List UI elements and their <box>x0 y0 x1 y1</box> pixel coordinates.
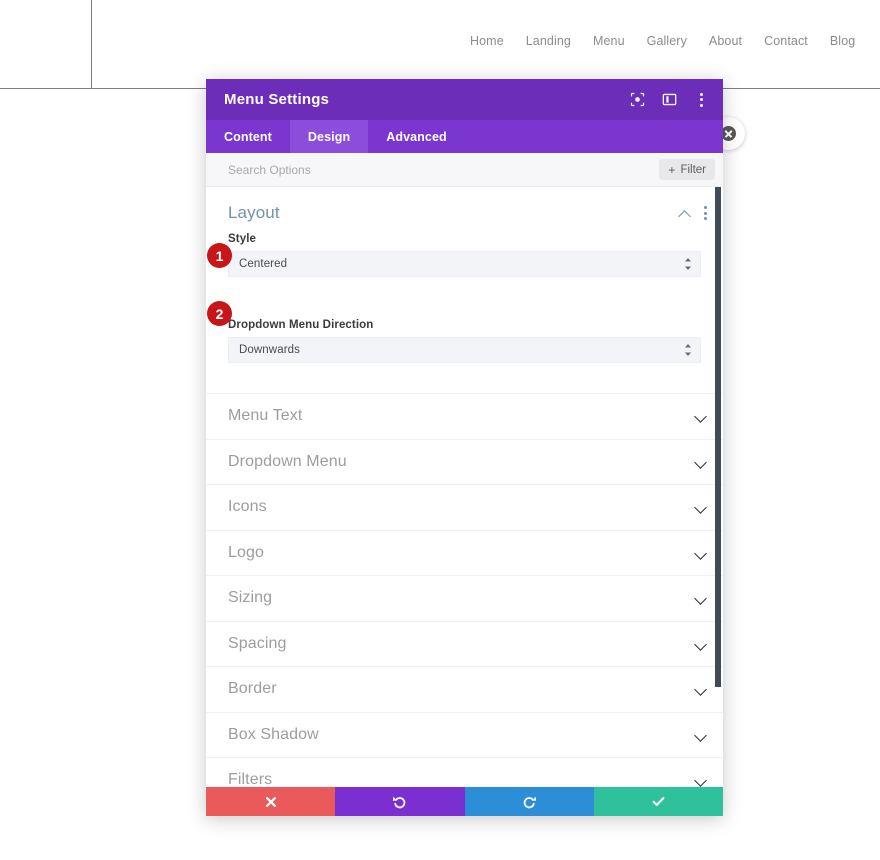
focus-target-icon[interactable] <box>629 92 645 108</box>
accordion-label: Dropdown Menu <box>228 452 347 470</box>
check-icon <box>651 794 666 809</box>
field-spacer <box>228 293 701 319</box>
undo-button[interactable] <box>335 787 465 816</box>
filter-button[interactable]: + Filter <box>659 159 715 180</box>
layout-section-title: Layout <box>228 203 280 222</box>
discard-button[interactable] <box>206 787 336 816</box>
accordion-row-icons[interactable]: Icons <box>206 485 723 531</box>
chevron-down-icon[interactable] <box>694 412 707 420</box>
layout-section: Layout Style Centered Dropdown Menu Direct… <box>206 187 723 393</box>
annotation-badge-2: 2 <box>207 301 232 326</box>
nav-link-about[interactable]: About <box>709 34 742 48</box>
tab-advanced[interactable]: Advanced <box>368 120 465 153</box>
select-value-0: Centered <box>239 258 288 270</box>
filter-button-label: Filter <box>680 163 706 176</box>
tab-content[interactable]: Content <box>206 120 290 153</box>
accordion-label: Spacing <box>228 634 287 652</box>
site-navigation: Home Landing Menu Gallery About Contact Blog <box>470 34 855 48</box>
more-vertical-icon[interactable] <box>693 92 709 108</box>
select-arrows-icon <box>684 258 692 271</box>
split-layout-icon[interactable] <box>661 92 677 108</box>
modal-title: Menu Settings <box>224 91 330 108</box>
accordion-row-box-shadow[interactable]: Box Shadow <box>206 713 723 758</box>
nav-link-gallery[interactable]: Gallery <box>647 34 687 48</box>
search-options-row: + Filter <box>206 153 723 187</box>
modal-header: Menu Settings <box>206 79 723 120</box>
chevron-down-icon[interactable] <box>694 640 707 648</box>
accordion-row-filters[interactable]: Filters <box>206 758 723 787</box>
chevron-down-icon[interactable] <box>694 549 707 557</box>
accordion-label: Logo <box>228 543 264 561</box>
design-accordion-list: Menu Text Dropdown Menu Icons Logo Sizing Spa… <box>206 393 723 787</box>
accordion-label: Border <box>228 680 277 698</box>
select-arrows-icon <box>684 344 692 357</box>
field-label-1: Dropdown Menu Direction <box>228 319 374 331</box>
layout-section-header[interactable]: Layout <box>206 187 723 233</box>
nav-link-landing[interactable]: Landing <box>526 34 571 48</box>
close-x-icon <box>264 795 278 809</box>
scrollbar-thumb[interactable] <box>715 187 721 687</box>
accordion-label: Menu Text <box>228 407 303 425</box>
plus-icon: + <box>668 162 676 177</box>
field-label-0: Style <box>228 233 256 245</box>
accordion-row-border[interactable]: Border <box>206 667 723 713</box>
redo-button[interactable] <box>464 787 594 816</box>
nav-link-contact[interactable]: Contact <box>764 34 808 48</box>
chevron-down-icon[interactable] <box>694 776 707 784</box>
accordion-label: Icons <box>228 498 267 516</box>
select-1[interactable]: Downwards <box>228 337 701 363</box>
layout-section-controls <box>678 206 707 220</box>
chevron-up-icon[interactable] <box>678 209 691 217</box>
chevron-down-icon[interactable] <box>694 685 707 693</box>
accordion-row-menu-text[interactable]: Menu Text <box>206 394 723 440</box>
more-dots <box>699 92 703 107</box>
save-button[interactable] <box>593 787 723 816</box>
modal-tabs: Content Design Advanced <box>206 120 723 153</box>
more-vertical-icon[interactable] <box>704 206 707 220</box>
close-icon <box>721 126 736 141</box>
modal-footer <box>206 787 723 816</box>
layout-fields: Style Centered Dropdown Menu Direction Down… <box>206 233 723 363</box>
chevron-down-icon[interactable] <box>694 503 707 511</box>
accordion-row-sizing[interactable]: Sizing <box>206 576 723 622</box>
menu-settings-modal: Menu Settings Content Design Advanced Se… <box>206 79 723 816</box>
accordion-label: Filters <box>228 771 273 787</box>
search-input[interactable] <box>228 162 660 177</box>
screen-root: Home Landing Menu Gallery About Contact Blog M… <box>0 0 880 860</box>
modal-body: Layout Style Centered Dropdown Menu Direct… <box>206 187 723 787</box>
accordion-row-spacing[interactable]: Spacing <box>206 622 723 667</box>
annotation-badge-1: 1 <box>207 243 232 268</box>
chevron-down-icon[interactable] <box>694 458 707 466</box>
nav-link-blog[interactable]: Blog <box>830 34 855 48</box>
accordion-label: Sizing <box>228 589 273 607</box>
page-column-divider <box>91 0 92 89</box>
tab-design[interactable]: Design <box>289 120 369 153</box>
chevron-down-icon[interactable] <box>694 731 707 739</box>
undo-icon <box>392 794 407 809</box>
nav-link-menu[interactable]: Menu <box>593 34 625 48</box>
modal-header-actions <box>629 92 709 108</box>
nav-link-home[interactable]: Home <box>470 34 504 48</box>
modal-scrollbar[interactable] <box>711 187 722 787</box>
select-0[interactable]: Centered <box>228 251 701 277</box>
accordion-row-logo[interactable]: Logo <box>206 531 723 576</box>
accordion-label: Box Shadow <box>228 725 319 743</box>
select-value-1: Downwards <box>239 344 300 356</box>
chevron-down-icon[interactable] <box>694 594 707 602</box>
redo-icon <box>522 794 537 809</box>
accordion-row-dropdown-menu[interactable]: Dropdown Menu <box>206 440 723 485</box>
